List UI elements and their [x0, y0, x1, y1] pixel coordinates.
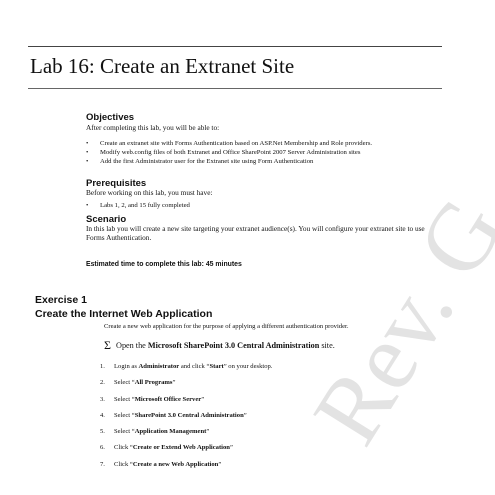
- sigma-step-prefix: Open the: [116, 341, 146, 350]
- step-text: Click “: [114, 444, 133, 452]
- scenario-text: In this lab you will create a new site t…: [86, 224, 425, 242]
- step-bold: Application Management: [134, 428, 207, 436]
- step-text: ”: [201, 395, 205, 403]
- sigma-step-bold: Microsoft SharePoint 3.0 Central Adminis…: [147, 341, 320, 350]
- bottom-rule: [28, 88, 442, 89]
- exercise-intro: Create a new web application for the pur…: [104, 323, 349, 330]
- objectives-intro: After completing this lab, you will be a…: [86, 123, 220, 132]
- step-item: 3. Select “Microsoft Office Server”: [100, 396, 272, 412]
- sigma-icon: Σ: [104, 338, 111, 352]
- document-page: Rev. G Lab 16: Create an Extranet Site O…: [0, 0, 495, 495]
- list-item: Modify web.config files of both Extranet…: [86, 149, 438, 157]
- step-item: 7. Click “Create a new Web Application”: [100, 461, 272, 477]
- step-text: ” on your desktop.: [223, 363, 273, 370]
- step-text: Login as: [114, 363, 139, 370]
- step-text: and click “: [179, 363, 210, 370]
- step-text: ”: [229, 444, 233, 452]
- step-item: 4. Select “SharePoint 3.0 Central Adminis…: [100, 412, 272, 428]
- steps-list: 1. Login as Administrator and click “Star…: [100, 363, 272, 477]
- objectives-heading: Objectives: [86, 112, 135, 123]
- page-content: Lab 16: Create an Extranet Site Objectiv…: [0, 0, 495, 495]
- step-number: 6.: [100, 444, 105, 452]
- step-number: 2.: [100, 379, 105, 387]
- step-number: 4.: [100, 411, 105, 419]
- step-text: ”: [172, 379, 176, 387]
- step-item: 1. Login as Administrator and click “Star…: [100, 363, 272, 379]
- step-bold: Microsoft Office Server: [134, 395, 202, 403]
- list-item: Create an extranet site with Forms Authe…: [86, 140, 438, 148]
- list-item: Add the first Administrator user for the…: [86, 158, 438, 166]
- step-text: Select “: [114, 428, 135, 436]
- step-bold: All Programs: [134, 379, 173, 387]
- estimated-time: Estimated time to complete this lab: 45 …: [86, 261, 242, 268]
- step-number: 3.: [100, 395, 105, 403]
- step-bold: Create or Extend Web Application: [132, 444, 230, 452]
- step-number: 1.: [100, 363, 105, 370]
- step-bold: Start: [209, 363, 224, 370]
- prerequisites-list: Labs 1, 2, and 15 fully completed: [86, 202, 438, 211]
- step-text: ”: [243, 411, 247, 419]
- step-item: 6. Click “Create or Extend Web Applicatio…: [100, 444, 272, 460]
- list-item: Labs 1, 2, and 15 fully completed: [86, 202, 438, 210]
- sigma-step: Σ Open the Microsoft SharePoint 3.0 Cent…: [104, 337, 335, 352]
- step-text: Select “: [114, 411, 135, 419]
- step-text: Select “: [114, 395, 135, 403]
- step-number: 5.: [100, 428, 105, 436]
- page-title: Lab 16: Create an Extranet Site: [30, 54, 295, 78]
- step-bold: SharePoint 3.0 Central Administration: [134, 411, 244, 419]
- sigma-step-suffix: site.: [321, 341, 335, 350]
- step-bold: Create a new Web Application: [132, 460, 219, 468]
- objectives-list: Create an extranet site with Forms Authe…: [86, 140, 438, 166]
- step-item: 2. Select “All Programs”: [100, 379, 272, 395]
- step-text: ”: [206, 428, 210, 436]
- exercise-number: Exercise 1: [35, 294, 87, 306]
- step-bold: Administrator: [138, 363, 180, 370]
- step-number: 7.: [100, 460, 105, 468]
- step-item: 5. Select “Application Management”: [100, 428, 272, 444]
- top-rule: [28, 46, 442, 47]
- step-text: Select “: [114, 379, 135, 387]
- prerequisites-intro: Before working on this lab, you must hav…: [86, 188, 213, 197]
- exercise-title: Create the Internet Web Application: [35, 308, 213, 320]
- step-text: Click “: [114, 460, 133, 468]
- step-text: ”: [218, 460, 222, 468]
